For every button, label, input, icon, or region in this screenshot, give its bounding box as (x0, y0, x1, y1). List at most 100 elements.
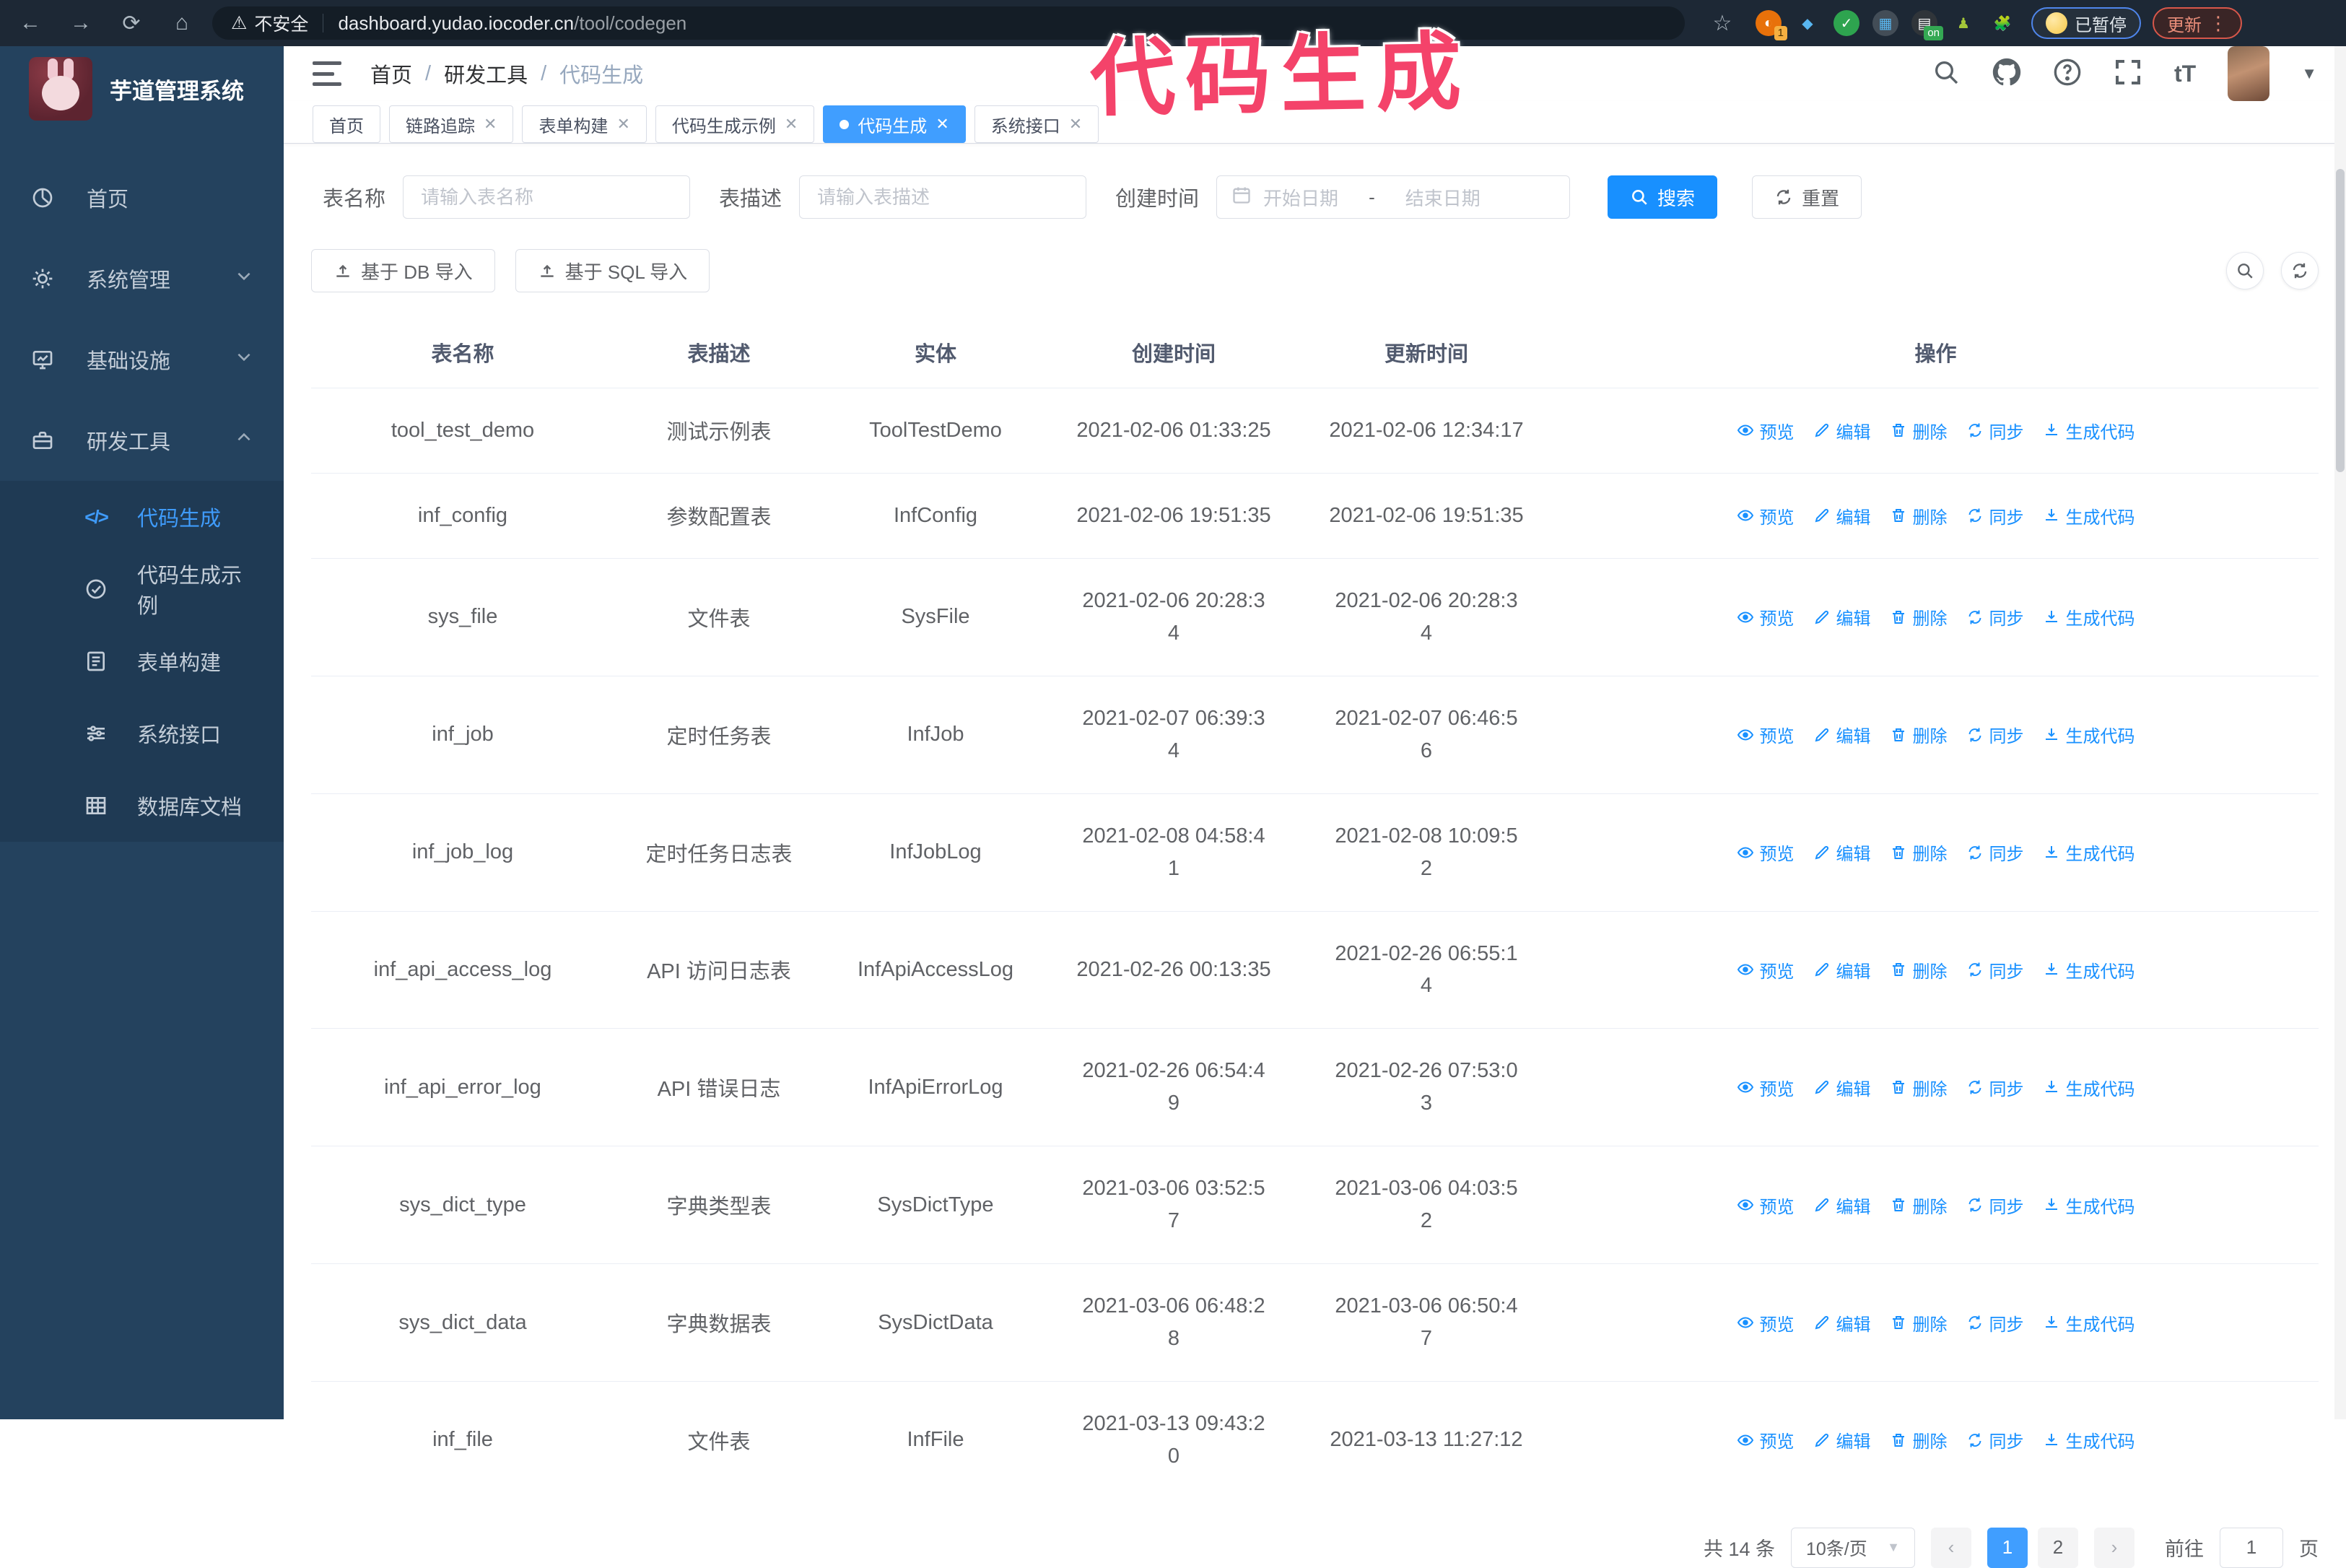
scrollbar[interactable] (2334, 46, 2346, 1419)
action-删除[interactable]: 删除 (1890, 604, 1948, 630)
import-sql-button[interactable]: 基于 SQL 导入 (515, 249, 710, 292)
font-size-icon[interactable]: tT (2174, 61, 2196, 87)
github-icon[interactable] (1992, 58, 2021, 90)
action-生成代码[interactable]: 生成代码 (2043, 1193, 2135, 1218)
action-编辑[interactable]: 编辑 (1813, 1427, 1871, 1452)
table-desc-input[interactable] (799, 175, 1087, 219)
browser-update-button[interactable]: 更新 ⋮ (2153, 7, 2242, 39)
action-同步[interactable]: 同步 (1966, 722, 2024, 747)
user-avatar[interactable] (2228, 46, 2270, 101)
action-删除[interactable]: 删除 (1890, 1075, 1948, 1100)
tab-代码生成示例[interactable]: 代码生成示例 ✕ (655, 105, 815, 143)
action-同步[interactable]: 同步 (1966, 1193, 2024, 1218)
extension-icon-robot[interactable]: ♟ (1950, 10, 1976, 36)
import-db-button[interactable]: 基于 DB 导入 (311, 249, 495, 292)
tab-代码生成[interactable]: 代码生成 ✕ (823, 105, 966, 143)
sidebar-item-基础设施[interactable]: 基础设施 (0, 319, 284, 400)
breadcrumb-tools[interactable]: 研发工具 (444, 58, 528, 89)
tab-链路追踪[interactable]: 链路追踪 ✕ (389, 105, 514, 143)
extension-icon-check[interactable]: ✓ (1833, 10, 1859, 36)
action-删除[interactable]: 删除 (1890, 503, 1948, 528)
action-同步[interactable]: 同步 (1966, 604, 2024, 630)
action-同步[interactable]: 同步 (1966, 957, 2024, 983)
action-编辑[interactable]: 编辑 (1813, 1075, 1871, 1100)
security-indicator[interactable]: ⚠ 不安全 (231, 10, 308, 36)
action-编辑[interactable]: 编辑 (1813, 1193, 1871, 1218)
page-size-select[interactable]: 10条/页 ▼ (1791, 1527, 1915, 1568)
action-预览[interactable]: 预览 (1737, 840, 1795, 865)
action-预览[interactable]: 预览 (1737, 418, 1795, 443)
tab-首页[interactable]: 首页 (313, 105, 380, 143)
browser-back-button[interactable]: ← (10, 6, 51, 40)
prev-page-button[interactable]: ‹ (1931, 1527, 1971, 1568)
sidebar-item-表单构建[interactable]: 表单构建 (0, 625, 284, 697)
tab-close-icon[interactable]: ✕ (616, 115, 629, 134)
table-name-input[interactable] (403, 175, 691, 219)
sidebar-item-代码生成[interactable]: </> 代码生成 (0, 481, 284, 553)
action-同步[interactable]: 同步 (1966, 1075, 2024, 1100)
action-预览[interactable]: 预览 (1737, 1193, 1795, 1218)
action-预览[interactable]: 预览 (1737, 604, 1795, 630)
page-button-2[interactable]: 2 (2038, 1527, 2078, 1568)
browser-home-button[interactable]: ⌂ (162, 6, 202, 40)
reset-button[interactable]: 重置 (1752, 175, 1862, 219)
browser-menu-icon[interactable]: ⋮ (2209, 12, 2228, 35)
action-预览[interactable]: 预览 (1737, 957, 1795, 983)
action-编辑[interactable]: 编辑 (1813, 418, 1871, 443)
scrollbar-thumb[interactable] (2336, 169, 2345, 472)
extension-icon-on[interactable]: ▤ on (1911, 10, 1943, 40)
action-编辑[interactable]: 编辑 (1813, 722, 1871, 747)
hamburger-icon[interactable] (313, 61, 341, 86)
action-预览[interactable]: 预览 (1737, 722, 1795, 747)
sidebar-item-首页[interactable]: 首页 (0, 157, 284, 238)
tab-close-icon[interactable]: ✕ (785, 115, 798, 134)
action-生成代码[interactable]: 生成代码 (2043, 418, 2135, 443)
action-生成代码[interactable]: 生成代码 (2043, 1075, 2135, 1100)
action-编辑[interactable]: 编辑 (1813, 840, 1871, 865)
action-生成代码[interactable]: 生成代码 (2043, 503, 2135, 528)
search-icon[interactable] (1932, 58, 1961, 90)
action-删除[interactable]: 删除 (1890, 957, 1948, 983)
next-page-button[interactable]: › (2094, 1527, 2134, 1568)
action-同步[interactable]: 同步 (1966, 503, 2024, 528)
tab-表单构建[interactable]: 表单构建 ✕ (522, 105, 647, 143)
address-bar[interactable]: ⚠ 不安全 dashboard.yudao.iocoder.cn/tool/co… (212, 6, 1685, 40)
action-生成代码[interactable]: 生成代码 (2043, 722, 2135, 747)
action-预览[interactable]: 预览 (1737, 1075, 1795, 1100)
tab-close-icon[interactable]: ✕ (1069, 115, 1082, 134)
tab-系统接口[interactable]: 系统接口 ✕ (974, 105, 1099, 143)
sidebar-item-数据库文档[interactable]: 数据库文档 (0, 770, 284, 842)
chevron-down-icon[interactable]: ▼ (2301, 64, 2317, 83)
action-编辑[interactable]: 编辑 (1813, 503, 1871, 528)
tab-close-icon[interactable]: ✕ (936, 115, 949, 134)
action-删除[interactable]: 删除 (1890, 1193, 1948, 1218)
toggle-search-button[interactable] (2226, 252, 2264, 289)
action-同步[interactable]: 同步 (1966, 1427, 2024, 1452)
sidebar-item-系统接口[interactable]: 系统接口 (0, 697, 284, 770)
action-同步[interactable]: 同步 (1966, 418, 2024, 443)
bookmark-star-icon[interactable]: ☆ (1702, 6, 1743, 40)
browser-reload-button[interactable]: ⟳ (111, 6, 152, 40)
search-button[interactable]: 搜索 (1608, 175, 1718, 219)
page-button-1[interactable]: 1 (1987, 1527, 2028, 1568)
breadcrumb-home[interactable]: 首页 (370, 58, 412, 89)
sidebar-item-研发工具[interactable]: 研发工具 (0, 400, 284, 481)
action-同步[interactable]: 同步 (1966, 840, 2024, 865)
action-生成代码[interactable]: 生成代码 (2043, 1427, 2135, 1452)
extensions-puzzle-icon[interactable]: 🧩 (1989, 10, 2015, 36)
action-删除[interactable]: 删除 (1890, 722, 1948, 747)
action-编辑[interactable]: 编辑 (1813, 1310, 1871, 1336)
action-生成代码[interactable]: 生成代码 (2043, 840, 2135, 865)
browser-forward-button[interactable]: → (61, 6, 101, 40)
refresh-button[interactable] (2281, 252, 2319, 289)
fullscreen-icon[interactable] (2114, 58, 2142, 90)
action-预览[interactable]: 预览 (1737, 1310, 1795, 1336)
extension-icon-orange[interactable]: ◐ 1 (1756, 10, 1787, 40)
action-生成代码[interactable]: 生成代码 (2043, 1310, 2135, 1336)
help-icon[interactable] (2053, 58, 2082, 90)
action-预览[interactable]: 预览 (1737, 503, 1795, 528)
sidebar-item-代码生成示例[interactable]: 代码生成示例 (0, 553, 284, 625)
app-logo[interactable]: 芋道管理系统 (0, 46, 284, 131)
extension-icon-diamond[interactable]: ◆ (1795, 10, 1820, 36)
action-编辑[interactable]: 编辑 (1813, 957, 1871, 983)
